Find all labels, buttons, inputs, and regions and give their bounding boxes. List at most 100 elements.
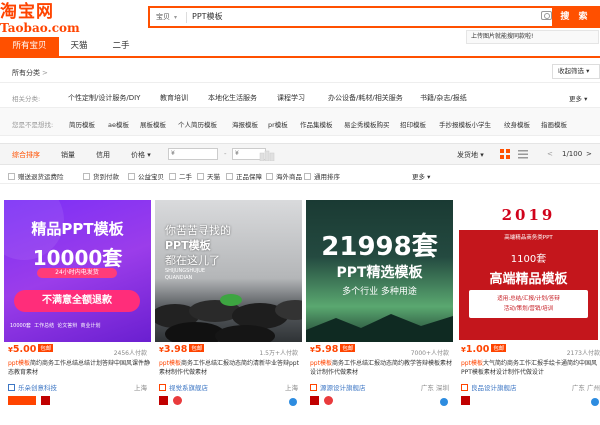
related-item[interactable]: 个性定制/设计服务/DIY (68, 93, 140, 103)
gift-icon (172, 396, 182, 405)
filter-overseas[interactable]: 海外商品 (266, 171, 302, 181)
suggestion-item[interactable]: 作品集模板 (300, 119, 333, 129)
product-title[interactable]: ppt模板商务工作总结汇报动态简约教学答辩模板素材设计制作代做素材 (310, 359, 452, 377)
image-year: 2019 (501, 206, 556, 224)
related-item[interactable]: 书籍/杂志/报纸 (420, 93, 467, 103)
sort-default[interactable]: 综合排序 (12, 150, 40, 160)
product-title[interactable]: ppt模板简约商务工作总结总结计划答辩中国风课件静态教育素材 (8, 359, 150, 377)
list-view-icon[interactable] (518, 149, 528, 159)
gold-seller-icon (40, 396, 50, 405)
payers-count: 1.5万+人付款 (259, 350, 298, 357)
search-button[interactable]: 搜 索 (552, 8, 599, 26)
filter-general[interactable]: 通用排序 (304, 171, 340, 181)
collapse-filter-button[interactable]: 收起筛选 ▾ (552, 64, 600, 79)
shop-link[interactable]: 视觉系旗舰店 (159, 382, 208, 392)
product-price: ¥5.98 包邮 (310, 344, 356, 355)
price-from-input[interactable]: ¥ (168, 148, 218, 160)
product-image[interactable]: 精品PPT模板 10000套 24小时内电发货 不满意全额退款 10000套 工… (4, 200, 151, 342)
free-shipping-badge: 包邮 (38, 344, 54, 352)
filter-return-insurance[interactable]: 赠送退货运费险 (8, 171, 64, 181)
chevron-right-icon: > (42, 69, 48, 77)
chat-icon[interactable] (289, 398, 297, 406)
sort-price[interactable]: 价格 ▾ (131, 150, 151, 160)
camera-icon[interactable] (541, 11, 552, 20)
related-item[interactable]: 教育培训 (160, 93, 188, 103)
ship-from-select[interactable]: 发货地 ▾ (457, 150, 484, 160)
suggestion-item[interactable]: 纹身模板 (504, 119, 530, 129)
service-badge (8, 396, 36, 405)
taobao-logo[interactable]: 淘宝网 Taobao.com (0, 2, 80, 38)
product-card[interactable]: 2019 高端精品商务类PPT 1100套 高端精品模板 适用:总结/汇报/计划… (457, 196, 600, 425)
checkbox-icon (226, 173, 233, 180)
shop-link[interactable]: 良品设计旗舰店 (461, 382, 517, 392)
filter-secondhand[interactable]: 二手 (169, 171, 192, 181)
tab-all[interactable]: 所有宝贝 (0, 37, 59, 56)
checkbox-icon (8, 173, 15, 180)
badges (159, 396, 185, 406)
next-page-icon[interactable]: > (586, 150, 592, 158)
filter-more-button[interactable]: 更多 ▾ (412, 171, 430, 181)
product-title[interactable]: ppt模板大气简约商务工作汇报手绘卡通简约中国风PPT模板素材设计制作代做设计 (461, 359, 600, 377)
suggestion-item[interactable]: 简历模板 (69, 119, 95, 129)
checkbox-icon (169, 173, 176, 180)
free-shipping-badge: 包邮 (340, 344, 356, 352)
search-input[interactable]: PPT模板 (192, 11, 223, 22)
suggestion-item[interactable]: ae模板 (108, 119, 129, 129)
checkbox-icon (83, 173, 90, 180)
filter-tmall[interactable]: 天猫 (197, 171, 220, 181)
chat-icon[interactable] (440, 398, 448, 406)
related-item[interactable]: 课程学习 (277, 93, 305, 103)
filter-charity[interactable]: 公益宝贝 (128, 171, 164, 181)
image-number: 10000套 (32, 246, 123, 270)
related-categories-row: 相关分类: 个性定制/设计服务/DIY 教育培训 本地化生活服务 课程学习 办公… (0, 82, 600, 108)
suggestion-item[interactable]: pr模板 (268, 119, 288, 129)
image-top: 高端精品商务类PPT (504, 235, 553, 241)
suggestion-item[interactable]: 手抄报模板小学生 (439, 119, 491, 129)
product-price: ¥1.00 包邮 (461, 344, 507, 355)
image-sub1: 适用:总结/汇报/计划/答辩 (497, 296, 560, 302)
suggestion-item[interactable]: 指画模板 (541, 119, 567, 129)
product-card[interactable]: 精品PPT模板 10000套 24小时内电发货 不满意全额退款 10000套 工… (4, 196, 151, 425)
all-categories[interactable]: 所有分类 > (12, 68, 48, 78)
page-indicator: 1/100 (562, 150, 583, 158)
product-title[interactable]: ppt模板商务工作总结汇报动态简约清新毕业答辩ppt素材制作代做素材 (159, 359, 301, 377)
filter-genuine[interactable]: 正品保障 (226, 171, 262, 181)
suggestion-item[interactable]: 展板模板 (140, 119, 166, 129)
related-label: 相关分类: (12, 95, 41, 103)
image-features: 10000套 工作总结 论文答辩 商业计划 (10, 323, 101, 329)
related-item[interactable]: 本地化生活服务 (208, 93, 257, 103)
suggestion-item[interactable]: 海报模板 (232, 119, 258, 129)
shop-link[interactable]: 源源设计旗舰店 (310, 382, 366, 392)
related-item[interactable]: 办公设备/耗材/相关服务 (328, 93, 403, 103)
product-image[interactable]: 21998套 PPT精选模板 多个行业 多种用途 (306, 200, 453, 342)
product-card[interactable]: 21998套 PPT精选模板 多个行业 多种用途 ¥5.98 包邮 7000+人付… (306, 196, 453, 425)
badges (461, 396, 473, 406)
suggestions-label: 您是不是想找: (12, 121, 54, 129)
tab-secondhand[interactable]: 二手 (104, 37, 138, 56)
product-image[interactable]: 你苦苦寻找的 PPT模板 都在这儿了 SHIJUNGSHUJUE QUANDIA… (155, 200, 302, 342)
shop-link[interactable]: 乐朵创意科技 (8, 382, 57, 392)
product-card[interactable]: 你苦苦寻找的 PPT模板 都在这儿了 SHIJUNGSHUJUE QUANDIA… (155, 196, 302, 425)
sort-sales[interactable]: 销量 (61, 150, 75, 160)
landscape-illustration (306, 314, 453, 342)
related-more-button[interactable]: 更多 ▾ (569, 93, 587, 103)
filter-cod[interactable]: 货到付款 (83, 171, 119, 181)
chevron-down-icon: ▾ (174, 14, 178, 21)
chat-icon[interactable] (591, 398, 599, 406)
suggestion-item[interactable]: 易企秀模板购买 (344, 119, 390, 129)
prev-page-icon[interactable]: < (547, 150, 553, 158)
image-line2: PPT精选模板 (336, 265, 423, 281)
image-pinyin2: QUANDIAN (165, 275, 193, 281)
gift-icon (323, 396, 333, 405)
umbrellas-illustration (155, 294, 302, 342)
search-scope-select[interactable]: 宝贝 ▾ (156, 12, 177, 22)
location: 上海 (134, 384, 147, 392)
grid-view-icon[interactable] (500, 149, 510, 159)
sort-credit[interactable]: 信用 (96, 150, 110, 160)
result-tabs: 所有宝贝 天猫 二手 (0, 37, 600, 58)
product-image[interactable]: 2019 高端精品商务类PPT 1100套 高端精品模板 适用:总结/汇报/计划… (457, 200, 600, 342)
tab-tmall[interactable]: 天猫 (62, 37, 96, 56)
suggestion-item[interactable]: 招印模板 (400, 119, 426, 129)
image-line3: 多个行业 多种用途 (342, 287, 417, 297)
suggestion-item[interactable]: 个人简历模板 (178, 119, 217, 129)
